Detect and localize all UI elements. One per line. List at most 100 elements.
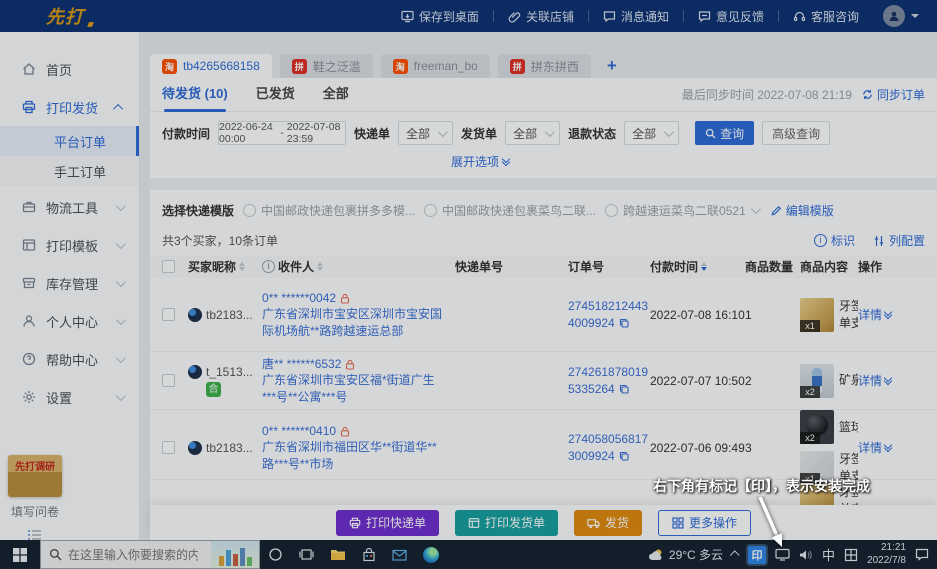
order-number-cell[interactable]: 274261878019 5335264	[568, 364, 650, 398]
row-checkbox[interactable]	[162, 308, 175, 321]
order-number-cell[interactable]: 274058056817 3009924	[568, 431, 650, 465]
add-shop-tab-button[interactable]: +	[599, 56, 625, 78]
pay-time-cell: 2022-07-08 16:10	[650, 308, 745, 322]
monitor-save-icon	[401, 10, 414, 23]
template-option-3[interactable]: 跨越速运菜鸟二联0521	[605, 202, 758, 219]
recipient-cell[interactable]: 唐** ******6532 广东省深圳市宝安区福*街道广生***号**公寓**…	[262, 356, 455, 405]
chevron-down-icon	[116, 391, 126, 401]
printer-icon	[468, 517, 480, 529]
edge-button[interactable]	[415, 540, 446, 569]
select-all-checkbox[interactable]	[162, 260, 175, 273]
tab-all[interactable]: 全部	[323, 78, 349, 112]
user-menu[interactable]	[873, 5, 937, 27]
pencil-icon	[771, 205, 782, 216]
products-cell: x1 牙签单支	[800, 298, 858, 332]
search-input[interactable]	[68, 548, 198, 562]
detail-link[interactable]: 详情	[858, 372, 925, 389]
survey-widget[interactable]: 先打调研 填写问卷	[4, 455, 66, 545]
template-option-2[interactable]: 中国邮政快递包裹菜鸟二联...	[424, 202, 596, 219]
double-chevron-down-icon	[885, 445, 891, 451]
link-shop-button[interactable]: 关联店铺	[494, 8, 588, 25]
recipient-cell[interactable]: 0** ******0042 广东省深圳市宝安区深圳市宝安国际机场航**路跨越速…	[262, 290, 455, 339]
pay-time-range-input[interactable]: 2022-06-24 00:00 - 2022-07-08 23:59	[218, 121, 346, 145]
order-number-cell[interactable]: 274518212443 4009924	[568, 298, 650, 332]
store-button[interactable]	[353, 540, 384, 569]
refund-status-select[interactable]: 全部	[624, 121, 679, 145]
speaker-icon[interactable]	[799, 549, 813, 561]
sidebar-item-personal[interactable]: 个人中心	[0, 304, 139, 338]
row-checkbox[interactable]	[162, 441, 175, 454]
feedback-button[interactable]: 意见反馈	[684, 8, 778, 25]
detail-link[interactable]: 详情	[858, 439, 925, 456]
customer-service-button[interactable]: 客服咨询	[779, 8, 873, 25]
advanced-query-button[interactable]: 高级查询	[762, 121, 830, 145]
expand-options-link[interactable]: 展开选项	[451, 153, 509, 170]
col-recipient[interactable]: 收件人	[262, 258, 455, 275]
sidebar-item-print-ship[interactable]: 打印发货	[0, 90, 139, 124]
cortana-button[interactable]	[260, 540, 291, 569]
more-actions-button[interactable]: 更多操作	[658, 510, 751, 536]
ship-button[interactable]: 发货	[574, 510, 642, 536]
sidebar-item-inventory[interactable]: 库存管理	[0, 266, 139, 300]
products-cell: x2 篮球 x1 牙签单支	[800, 410, 858, 485]
notification-center-icon[interactable]	[915, 548, 929, 561]
query-button[interactable]: 查询	[695, 121, 754, 145]
mark-link[interactable]: 标识	[814, 232, 855, 249]
sidebar-item-manual-orders[interactable]: 手工订单	[0, 156, 139, 186]
folder-icon	[330, 548, 346, 561]
shop-tab-1[interactable]: 淘 tb4265668158	[150, 54, 272, 78]
shop-tab-3[interactable]: 淘 freeman_bo	[381, 54, 490, 78]
show-hidden-icons-button[interactable]	[730, 550, 740, 560]
template-option-1[interactable]: 中国邮政快递包裹拼多多模...	[243, 202, 415, 219]
weather-widget[interactable]: 29°C 多云	[648, 546, 723, 563]
express-sheet-select[interactable]: 全部	[398, 121, 453, 145]
shop-tab-2[interactable]: 拼 鞋之泛滥	[280, 54, 373, 78]
col-order: 订单号	[568, 258, 650, 275]
task-view-button[interactable]	[291, 540, 322, 569]
copy-icon[interactable]	[619, 451, 629, 461]
message-notify-button[interactable]: 消息通知	[589, 8, 683, 25]
recipient-cell[interactable]: 0** ******0410 广东省深圳市福田区华**街道华**路***号**市…	[262, 423, 455, 472]
taskbar-clock[interactable]: 21:21 2022/7/8	[867, 542, 906, 567]
sidebar-item-help[interactable]: 帮助中心	[0, 342, 139, 376]
ship-sheet-select[interactable]: 全部	[505, 121, 560, 145]
row-checkbox[interactable]	[162, 374, 175, 387]
sidebar-item-home[interactable]: 首页	[0, 52, 139, 86]
sidebar-item-logistics[interactable]: 物流工具	[0, 190, 139, 224]
tab-pending-ship[interactable]: 待发货 (10)	[162, 78, 228, 112]
tab-shipped[interactable]: 已发货	[256, 78, 295, 112]
column-config-link[interactable]: 列配置	[873, 232, 925, 249]
pay-time-label: 付款时间	[162, 125, 210, 142]
taskbar-search[interactable]	[40, 540, 260, 569]
sidebar-item-platform-orders[interactable]: 平台订单	[0, 126, 139, 156]
col-qty: 商品数量	[745, 258, 800, 275]
copy-icon[interactable]	[619, 318, 629, 328]
product-thumbnail: x2	[800, 364, 834, 398]
feedback-bubble-icon	[698, 10, 711, 23]
save-to-desktop-button[interactable]: 保存到桌面	[387, 8, 493, 25]
print-express-button[interactable]: 打印快递单	[336, 510, 439, 536]
template-icon	[22, 238, 36, 252]
printer-icon	[349, 517, 361, 529]
sidebar-item-print-templates[interactable]: 打印模板	[0, 228, 139, 262]
products-cell: x2 矿泉	[800, 364, 858, 398]
edit-template-link[interactable]: 编辑模版	[771, 202, 834, 219]
sidebar-item-settings[interactable]: 设置	[0, 380, 139, 414]
sync-icon	[862, 89, 873, 100]
start-button[interactable]	[0, 540, 40, 569]
col-pay-time[interactable]: 付款时间	[650, 258, 745, 275]
detail-link[interactable]: 详情	[858, 306, 925, 323]
weather-cloud-icon	[648, 548, 664, 561]
ime-language-indicator[interactable]: 中	[822, 545, 835, 564]
question-circle-icon	[22, 352, 36, 366]
col-buyer[interactable]: 买家昵称	[188, 258, 262, 275]
truck-icon	[587, 517, 600, 529]
file-explorer-button[interactable]	[322, 540, 353, 569]
ime-grid-icon[interactable]	[844, 548, 858, 562]
sync-orders-button[interactable]: 同步订单	[862, 86, 925, 103]
shop-tab-4[interactable]: 拼 拼东拼西	[498, 54, 591, 78]
print-ship-sheet-button[interactable]: 打印发货单	[455, 510, 558, 536]
print-ship-submenu: 平台订单 手工订单	[0, 126, 139, 186]
copy-icon[interactable]	[619, 384, 629, 394]
mail-button[interactable]	[384, 540, 415, 569]
